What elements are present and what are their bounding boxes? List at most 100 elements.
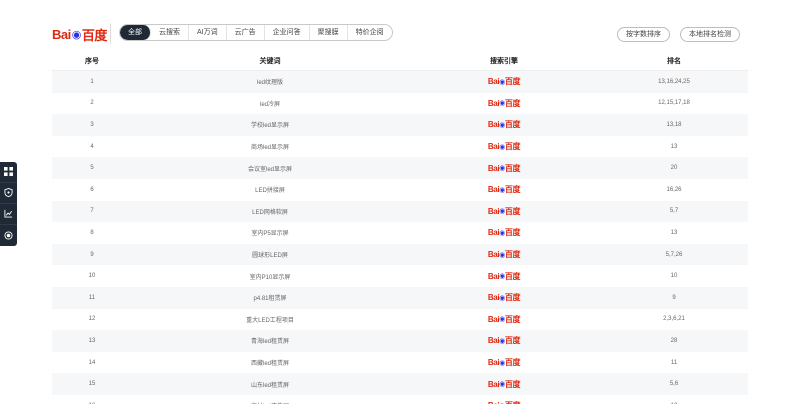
tab-special[interactable]: 特价企阅 [348,25,392,40]
header-rank: 排名 [667,58,681,65]
paw-icon: ◉ [71,28,82,41]
baidu-engine-icon: Bai◉百度 [487,184,521,195]
engine-logo-du: 百度 [504,206,521,216]
row-engine: Bai◉百度 [408,249,600,260]
header-keyword: 关键词 [259,58,281,65]
row-keyword[interactable]: 室内P10显示屏 [132,272,408,281]
baidu-engine-icon: Bai◉百度 [487,163,521,174]
row-rank: 5,7 [669,208,679,215]
row-keyword[interactable]: LED网格软屏 [132,207,408,216]
local-rank-check-button[interactable]: 本地排名检测 [680,27,740,42]
row-keyword[interactable]: p4.81租赁屏 [132,293,408,302]
tab-aggregate[interactable]: 聚搜膜 [310,25,348,40]
table-row: 4 商场led显示屏 Bai ◉ 百度 13 [52,135,748,158]
row-keyword[interactable]: 青海led租赁屏 [132,336,408,345]
tab-cloud-ads[interactable]: 云广告 [227,25,265,40]
row-index: 14 [88,359,96,366]
engine-logo-du: 百度 [504,77,521,87]
row-rank: 16,26 [666,186,682,193]
row-engine: Bai◉百度 [408,357,600,368]
baidu-logo[interactable]: Bai ◉ 百度 [52,24,107,44]
row-keyword[interactable]: 会议室led显示屏 [132,164,408,173]
baidu-engine-icon: Bai◉百度 [487,206,521,217]
tab-ai-words[interactable]: AI万词 [189,25,227,40]
engine-logo-bai: Bai [487,98,500,108]
row-keyword[interactable]: LED拼接屏 [132,185,408,194]
engine-logo-du: 百度 [504,379,521,389]
engine-logo-du: 百度 [504,120,521,130]
row-keyword[interactable]: 西藏led租赁屏 [132,358,408,367]
engine-logo-bai: Bai [487,185,500,195]
engine-logo-du: 百度 [505,400,521,404]
engine-logo-bai: Bai [487,228,500,238]
engine-logo-du: 百度 [504,250,521,260]
table-row: 6 LED拼接屏 Bai ◉ 百度 16,26 [52,178,748,201]
header-engine: 搜索引擎 [490,58,518,65]
table-row: 5 会议室led显示屏 Bai ◉ 百度 20 [52,157,748,179]
row-engine: Bai◉百度 [408,314,600,325]
baidu-engine-icon: Bai◉百度 [487,335,521,346]
table-body: 1 led纹理版 Bai ◉ 百度 13,16,24,25 2 led冷屏 Bai ◉ 百度 12,1… [52,71,748,404]
row-index: 15 [88,381,96,388]
floating-sidebar [0,162,17,246]
row-engine: Bai◉百度 [408,76,600,87]
row-keyword[interactable]: 商场led显示屏 [132,142,408,151]
row-rank: 12,15,17,18 [658,100,690,107]
sidebar-chart-button[interactable] [0,204,17,225]
tab-all[interactable]: 全部 [120,25,151,40]
row-engine: Bai◉百度 [408,400,600,404]
engine-logo-bai: Bai [487,163,500,173]
engine-logo-bai: Bai [487,336,500,346]
table-row: 1 led纹理版 Bai ◉ 百度 13,16,24,25 [52,71,748,93]
row-rank: 9 [672,294,676,301]
row-engine: Bai◉百度 [408,271,600,282]
row-engine: Bai◉百度 [408,227,600,238]
engine-logo-du: 百度 [504,98,521,108]
engine-logo-du: 百度 [504,293,521,303]
row-keyword[interactable]: 圆球形LED屏 [132,250,408,259]
table-row: 8 室内P5显示屏 Bai ◉ 百度 13 [52,222,748,244]
sidebar-grid-button[interactable] [0,162,17,183]
row-keyword[interactable]: 山东led租赁屏 [132,380,408,389]
sidebar-shield-button[interactable] [0,183,17,204]
sidebar-target-button[interactable] [0,225,17,246]
engine-logo-bai: Bai [487,379,500,389]
engine-logo-bai: Bai [487,250,500,260]
row-rank: 11 [670,359,678,366]
engine-logo-bai: Bai [487,206,500,216]
row-engine: Bai◉百度 [408,335,600,346]
baidu-engine-icon: Bai◉百度 [487,379,521,390]
baidu-engine-icon: Bai◉百度 [487,227,521,238]
sort-by-length-button[interactable]: 按字数排序 [617,27,670,42]
chart-icon [4,205,13,223]
row-index: 8 [90,229,94,236]
table-row: 10 室内P10显示屏 Bai ◉ 百度 10 [52,265,748,287]
row-index: 4 [90,143,94,150]
row-index: 3 [90,121,94,128]
row-engine: Bai◉百度 [408,119,600,130]
row-engine: Bai◉百度 [408,98,600,109]
baidu-engine-icon: Bai◉百度 [487,98,521,109]
table-row: 9 圆球形LED屏 Bai ◉ 百度 5,7,26 [52,243,748,266]
row-keyword[interactable]: 学校led显示屏 [132,120,408,129]
row-index: 5 [90,165,94,172]
engine-logo-du: 百度 [504,163,521,173]
row-rank: 5,7,26 [665,251,683,258]
baidu-engine-icon: Bai◉百度 [488,76,521,87]
row-engine: Bai◉百度 [408,206,600,217]
grid-icon [4,163,13,181]
row-rank: 20 [670,165,678,172]
row-engine: Bai◉百度 [408,292,600,303]
tab-enterprise-qa[interactable]: 企业问答 [265,25,310,40]
logo-text-du: 百度 [81,27,108,43]
row-keyword[interactable]: 室内P5显示屏 [132,228,408,237]
header: Bai ◉ 百度 全部 云搜索 AI万词 云广告 企业问答 聚搜膜 特价企阅 按… [0,0,800,48]
row-keyword[interactable]: 重大LED工程项目 [132,315,408,324]
table-row: 15 山东led租赁屏 Bai ◉ 百度 5,6 [52,373,748,395]
row-keyword[interactable]: led冷屏 [132,99,408,108]
engine-logo-bai: Bai [487,142,500,152]
engine-logo-du: 百度 [504,314,521,324]
tab-cloud-search[interactable]: 云搜索 [151,25,189,40]
row-keyword[interactable]: led纹理版 [132,77,408,86]
engine-logo-du: 百度 [504,271,521,281]
